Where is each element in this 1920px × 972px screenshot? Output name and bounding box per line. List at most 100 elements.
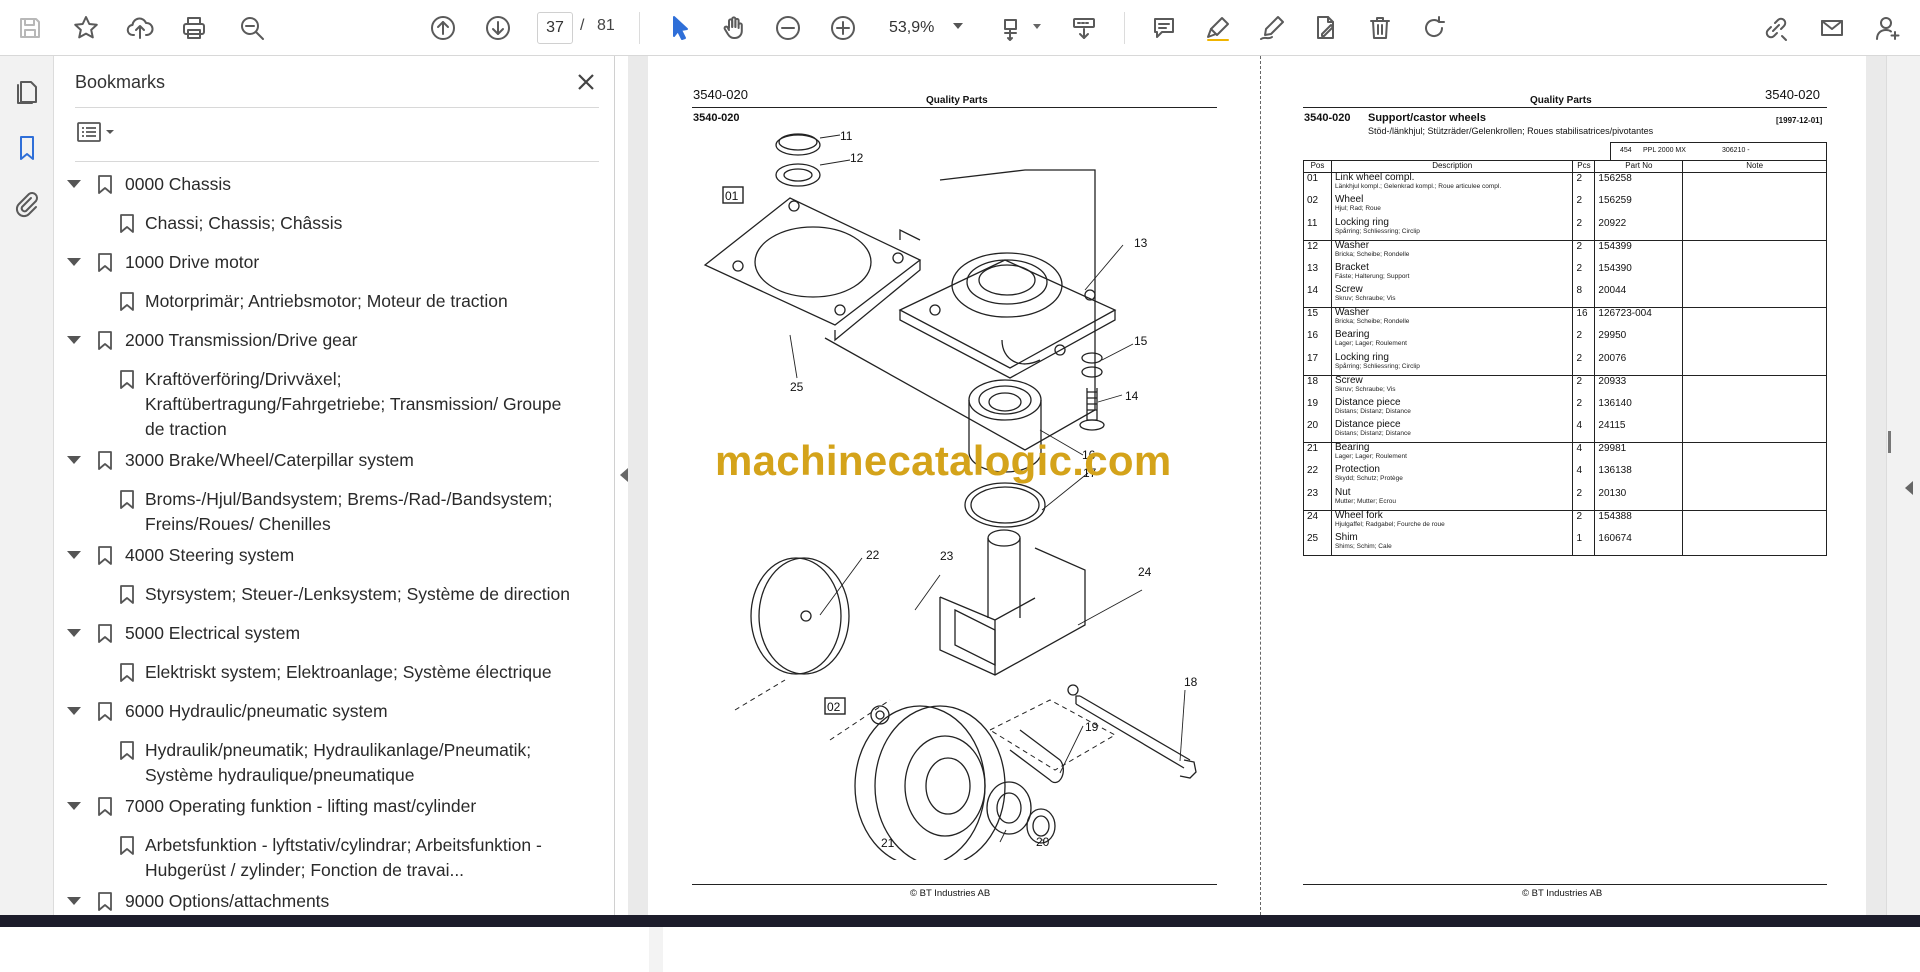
rotate-icon[interactable] (1416, 10, 1452, 46)
comment-icon[interactable] (1146, 10, 1182, 46)
zoom-out-icon[interactable] (770, 10, 806, 46)
cell-translations: Lager; Lager; Roulement (1334, 453, 1407, 460)
cell-pos-cell: 24 (1303, 509, 1332, 533)
bookmark-list: 0000 Chassis Chassi; Chassis; Châssis 1000… (55, 172, 600, 915)
cell-part-no: 160674 (1598, 532, 1632, 544)
callout-02: 02 (827, 700, 841, 714)
share-link-icon[interactable] (1758, 10, 1794, 46)
cell-pcs: 4 (1576, 443, 1582, 454)
bookmark-parent-item[interactable]: 0000 Chassis (55, 172, 585, 197)
callout-20: 20 (1036, 835, 1050, 849)
bookmark-child-item[interactable]: Chassi; Chassis; Châssis (55, 211, 585, 236)
cell-pcs: 2 (1576, 510, 1582, 522)
cell-pos-cell: 15 (1303, 307, 1332, 330)
chevron-down-icon[interactable] (67, 551, 81, 559)
hand-tool-icon[interactable] (716, 10, 752, 46)
cell-part-no: 154390 (1598, 262, 1632, 274)
fill-sign-icon[interactable] (1308, 10, 1344, 46)
cell-translations: Bricka; Scheibe; Rondelle (1334, 250, 1410, 258)
next-page-icon[interactable] (480, 10, 516, 46)
chevron-down-icon[interactable] (67, 707, 81, 715)
upload-cloud-icon[interactable] (122, 10, 158, 46)
cell-pcs: 2 (1576, 375, 1582, 387)
save-icon[interactable] (12, 10, 48, 46)
cell-translations: Länkhjul kompl.; Gelenkrad kompl.; Roue … (1334, 183, 1502, 190)
panel-title: Bookmarks (75, 72, 166, 92)
zoom-in-icon[interactable] (825, 10, 861, 46)
parts-table-header: Pos Description Pcs Part No Note (1303, 160, 1827, 173)
draw-pen-icon[interactable] (1254, 10, 1290, 46)
delete-trash-icon[interactable] (1362, 10, 1398, 46)
cell-note-cell (1682, 487, 1827, 510)
fit-page-icon[interactable] (996, 10, 1032, 46)
select-cursor-icon[interactable] (662, 10, 698, 46)
expand-tools-arrow[interactable] (1905, 481, 1913, 495)
email-icon[interactable] (1814, 10, 1850, 46)
chevron-down-icon[interactable] (67, 802, 81, 810)
cell-pos-cell: 16 (1303, 330, 1332, 353)
zoom-dropdown-caret[interactable] (953, 23, 963, 29)
bookmark-label: Hubgerüst / zylinder; Fonction de travai… (145, 860, 465, 880)
cell-part-no-cell: 136138 (1594, 465, 1684, 488)
cell-pos-cell: 19 (1303, 397, 1332, 420)
bookmark-child-item[interactable]: Kraftöverföring/Drivväxel; (55, 367, 585, 392)
bookmark-parent-item[interactable]: 4000 Steering system (55, 543, 585, 568)
bookmark-child-item[interactable]: Motorprimär; Antriebsmotor; Moteur de tr… (55, 289, 585, 314)
highlight-pen-icon[interactable] (1200, 10, 1236, 46)
table-row: 19 Distance piece Distans; Distanz; Distan… (1303, 397, 1827, 420)
bookmark-child-item[interactable]: Hydraulik/pneumatik; Hydraulikanlage/Pne… (55, 738, 585, 763)
cell-pcs-cell: 2 (1572, 509, 1596, 533)
chevron-down-icon[interactable] (67, 456, 81, 464)
bookmark-icon (97, 330, 113, 351)
bookmark-parent-item[interactable]: 7000 Operating funktion - lifting mast/c… (55, 794, 585, 819)
account-icon[interactable] (1870, 10, 1906, 46)
table-row: 22 Protection Skydd; Schutz; Protège 4 13613… (1303, 465, 1827, 488)
toolbar-divider (639, 12, 640, 44)
bookmark-parent-item[interactable]: 1000 Drive motor (55, 250, 585, 275)
page-thumbnails-icon[interactable] (11, 76, 43, 108)
bookmark-options-icon[interactable] (75, 118, 123, 148)
zoom-search-icon[interactable] (234, 10, 270, 46)
bookmark-parent-item[interactable]: 6000 Hydraulic/pneumatic system (55, 699, 585, 724)
page-number-input[interactable] (537, 12, 573, 44)
cell-pos-cell: 21 (1303, 442, 1332, 465)
bookmark-parent-item[interactable]: 2000 Transmission/Drive gear (55, 328, 585, 353)
bookmark-child-item[interactable]: Broms-/Hjul/Bandsystem; Brems-/Rad-/Band… (55, 487, 585, 512)
chevron-down-icon[interactable] (67, 258, 81, 266)
bookmark-label: Motorprimär; Antriebsmotor; Moteur de tr… (145, 291, 508, 311)
bookmark-child-item[interactable]: Styrsystem; Steuer-/Lenksystem; Système … (55, 582, 585, 607)
cell-part-no: 20076 (1598, 352, 1627, 364)
chevron-down-icon[interactable] (67, 336, 81, 344)
print-icon[interactable] (176, 10, 212, 46)
previous-page-icon[interactable] (425, 10, 461, 46)
parts-table: Pos Description Pcs Part No Note 01 Link … (1303, 160, 1827, 556)
star-icon[interactable] (68, 10, 104, 46)
bookmarks-icon[interactable] (11, 132, 43, 164)
viewer-scroll-handle[interactable] (1888, 431, 1891, 453)
fit-page-caret[interactable] (1033, 24, 1041, 29)
collapse-panel-arrow[interactable] (620, 468, 628, 482)
attachments-icon[interactable] (11, 188, 43, 220)
bookmark-child-item[interactable]: Elektriskt system; Elektroanlage; Systèm… (55, 660, 585, 685)
table-row: 23 Nut Mutter; Mutter; Ecrou 2 20130 (1303, 487, 1827, 510)
cell-part-no-cell: 136140 (1594, 397, 1684, 420)
bookmark-child-item[interactable]: Arbetsfunktion - lyftstativ/cylindrar; A… (55, 833, 585, 858)
cell-part-no-cell: 24115 (1594, 420, 1684, 443)
cell-pos: 14 (1307, 285, 1319, 296)
cell-part-no-cell: 154388 (1594, 509, 1684, 533)
cell-description: Screw (1334, 284, 1363, 295)
cell-description-cell: Distance piece Distans; Distanz; Distance (1330, 420, 1574, 443)
bookmark-parent-item[interactable]: 5000 Electrical system (55, 621, 585, 646)
cell-part-no-cell: 156258 (1594, 172, 1684, 195)
bookmark-parent-item[interactable]: 3000 Brake/Wheel/Caterpillar system (55, 448, 585, 473)
bookmark-parent-item[interactable]: 9000 Options/attachments (55, 889, 585, 914)
chevron-down-icon[interactable] (67, 180, 81, 188)
cell-description: Screw (1334, 374, 1363, 386)
scroll-mode-icon[interactable] (1066, 10, 1102, 46)
close-icon[interactable] (572, 68, 600, 96)
chevron-down-icon[interactable] (67, 629, 81, 637)
chevron-down-icon[interactable] (67, 897, 81, 905)
cell-description-cell: Screw Skruv; Schraube; Vis (1330, 284, 1574, 308)
cell-translations: Skruv; Schraube; Vis (1334, 385, 1396, 393)
table-row: 12 Washer Bricka; Scheibe; Rondelle 2 154399 (1303, 239, 1827, 263)
